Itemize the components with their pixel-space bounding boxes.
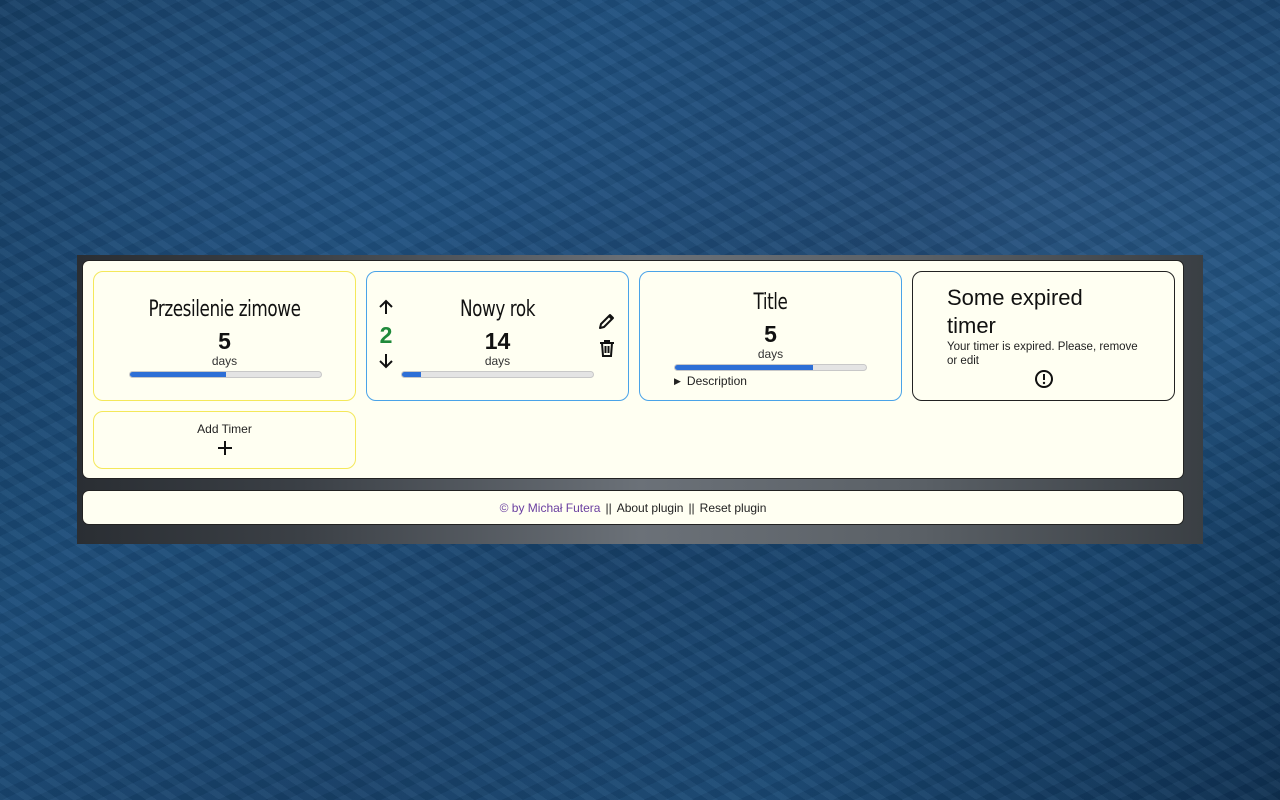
- expired-timer-card[interactable]: Some expired timer Your timer is expired…: [912, 271, 1175, 401]
- timers-panel: Przesilenie zimowe 5 days 2 Nowy rok 14 …: [82, 260, 1184, 479]
- timer-card[interactable]: 2 Nowy rok 14 days: [366, 271, 629, 401]
- pencil-icon[interactable]: [596, 310, 618, 332]
- timer-card[interactable]: Title 5 days ▶ Description: [639, 271, 902, 401]
- reset-plugin-link[interactable]: Reset plugin: [700, 501, 767, 515]
- author-link[interactable]: © by Michał Futera: [500, 501, 601, 515]
- trash-icon[interactable]: [596, 337, 618, 359]
- timer-progress-fill: [402, 372, 422, 377]
- timer-value: 5: [764, 321, 777, 347]
- timer-card[interactable]: Przesilenie zimowe 5 days: [93, 271, 356, 401]
- description-label: Description: [686, 374, 747, 388]
- timer-progress-bar: [129, 371, 322, 378]
- timer-unit: days: [757, 347, 784, 361]
- timer-progress-fill: [130, 372, 226, 377]
- description-toggle[interactable]: ▶ Description: [674, 374, 747, 388]
- footer-bar: © by Michał Futera || About plugin || Re…: [82, 490, 1184, 525]
- expired-message: Your timer is expired. Please, remove or…: [947, 341, 1138, 367]
- timer-unit: days: [211, 354, 238, 368]
- timer-progress-bar: [674, 364, 867, 371]
- add-timer-label: Add Timer: [197, 422, 252, 436]
- timer-title: Przesilenie zimowe: [148, 297, 301, 322]
- timer-progress-fill: [675, 365, 813, 370]
- timer-unit: days: [484, 354, 511, 368]
- timer-title: Title: [753, 290, 788, 315]
- timer-title: Nowy rok: [459, 297, 536, 322]
- timer-progress-bar: [401, 371, 594, 378]
- plus-icon: [214, 437, 236, 459]
- triangle-right-icon: ▶: [674, 375, 681, 386]
- about-plugin-link[interactable]: About plugin: [617, 501, 684, 515]
- alert-circle-icon: [1033, 368, 1055, 390]
- timer-value: 14: [484, 328, 511, 354]
- timer-value: 5: [218, 328, 231, 354]
- footer-separator: ||: [605, 500, 612, 515]
- add-timer-button[interactable]: Add Timer: [93, 411, 356, 469]
- timer-title: Some expired timer: [947, 285, 1083, 338]
- footer-separator: ||: [688, 500, 695, 515]
